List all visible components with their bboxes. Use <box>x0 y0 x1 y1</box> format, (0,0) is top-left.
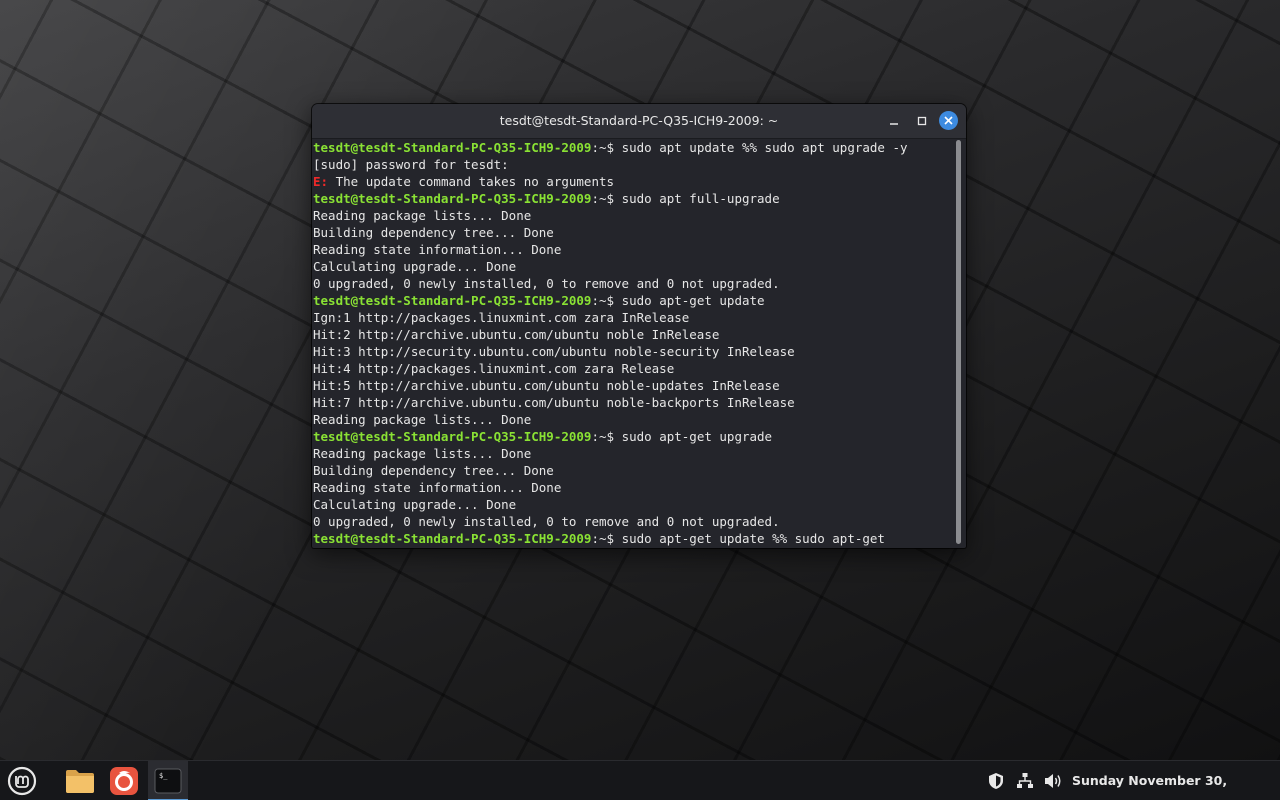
output-text: Calculating upgrade... Done <box>313 259 517 274</box>
volume-tray[interactable] <box>1043 771 1063 791</box>
terminal-output-line: Hit:7 http://archive.ubuntu.com/ubuntu n… <box>313 394 957 411</box>
output-text: [sudo] password for tesdt: <box>313 157 509 172</box>
prompt-user-host: tesdt@tesdt-Standard-PC-Q35-ICH9-2009 <box>313 429 592 444</box>
output-text: Ign:1 http://packages.linuxmint.com zara… <box>313 310 690 325</box>
output-text: Hit:2 http://archive.ubuntu.com/ubuntu n… <box>313 327 720 342</box>
terminal-command-line: tesdt@tesdt-Standard-PC-Q35-ICH9-2009:~$… <box>313 428 957 445</box>
terminal-output[interactable]: tesdt@tesdt-Standard-PC-Q35-ICH9-2009:~$… <box>312 139 957 548</box>
output-text: Hit:5 http://archive.ubuntu.com/ubuntu n… <box>313 378 780 393</box>
prompt-user-host: tesdt@tesdt-Standard-PC-Q35-ICH9-2009 <box>313 140 592 155</box>
terminal-window[interactable]: tesdt@tesdt-Standard-PC-Q35-ICH9-2009: ~… <box>312 104 966 548</box>
output-text: Reading package lists... Done <box>313 412 532 427</box>
terminal-command-line: tesdt@tesdt-Standard-PC-Q35-ICH9-2009:~$… <box>313 292 957 309</box>
output-text: Reading package lists... Done <box>313 208 532 223</box>
terminal-command-line: tesdt@tesdt-Standard-PC-Q35-ICH9-2009:~$… <box>313 190 957 207</box>
terminal-output-line: Reading state information... Done <box>313 479 957 496</box>
svg-text:$_: $_ <box>159 772 168 780</box>
command-text: sudo apt-get update <box>621 293 765 308</box>
clock[interactable]: Sunday November 30, 21:00:01 <box>1072 761 1280 800</box>
terminal-command-line: tesdt@tesdt-Standard-PC-Q35-ICH9-2009:~$… <box>313 530 957 547</box>
terminal-output-line: 0 upgraded, 0 newly installed, 0 to remo… <box>313 513 957 530</box>
close-button[interactable] <box>939 111 958 130</box>
terminal-output-line: Hit:5 http://archive.ubuntu.com/ubuntu n… <box>313 377 957 394</box>
terminal-output-line: 0 upgraded, 0 newly installed, 0 to remo… <box>313 275 957 292</box>
volume-icon <box>1045 774 1061 788</box>
prompt-suffix: :~$ <box>591 191 622 206</box>
files-launcher[interactable] <box>60 761 100 800</box>
output-text: Building dependency tree... Done <box>313 225 554 240</box>
command-text: sudo apt-get update %% sudo apt-get <box>621 531 885 546</box>
window-titlebar[interactable]: tesdt@tesdt-Standard-PC-Q35-ICH9-2009: ~ <box>312 104 966 139</box>
terminal-icon: $_ <box>154 768 182 794</box>
terminal-output-line: Hit:2 http://archive.ubuntu.com/ubuntu n… <box>313 326 957 343</box>
terminal-output-line: Reading package lists... Done <box>313 411 957 428</box>
terminal-output-line: [sudo] password for tesdt: <box>313 156 957 173</box>
browser-launcher[interactable] <box>104 761 144 800</box>
shield-icon <box>989 773 1003 789</box>
terminal-output-line: Reading package lists... Done <box>313 445 957 462</box>
maximize-button[interactable] <box>912 111 932 131</box>
output-text: Reading package lists... Done <box>313 446 532 461</box>
output-text: Calculating upgrade... Done <box>313 497 517 512</box>
maximize-icon <box>917 116 927 126</box>
scrollbar-thumb[interactable] <box>956 140 961 544</box>
prompt-suffix: :~$ <box>591 429 622 444</box>
output-text: Reading state information... Done <box>313 480 562 495</box>
terminal-output-line: Building dependency tree... Done <box>313 462 957 479</box>
output-text: 0 upgraded, 0 newly installed, 0 to remo… <box>313 514 780 529</box>
menu-button[interactable] <box>2 761 42 800</box>
minimize-button[interactable] <box>884 111 904 131</box>
command-text: sudo apt update %% sudo apt upgrade -y <box>621 140 908 155</box>
close-icon <box>944 116 953 125</box>
prompt-user-host: tesdt@tesdt-Standard-PC-Q35-ICH9-2009 <box>313 191 592 206</box>
terminal-output-line: Calculating upgrade... Done <box>313 496 957 513</box>
command-text: sudo apt-get upgrade <box>621 429 773 444</box>
prompt-suffix: :~$ <box>591 293 622 308</box>
terminal-command-line: tesdt@tesdt-Standard-PC-Q35-ICH9-2009:~$… <box>313 139 957 156</box>
terminal-output-line: Reading package lists... Done <box>313 207 957 224</box>
output-text: Hit:4 http://packages.linuxmint.com zara… <box>313 361 675 376</box>
error-prefix: E: <box>313 174 329 189</box>
output-text: Reading state information... Done <box>313 242 562 257</box>
network-icon <box>1017 773 1033 788</box>
prompt-user-host: tesdt@tesdt-Standard-PC-Q35-ICH9-2009 <box>313 293 592 308</box>
taskbar: $_ Sunday November 30, 21:00:01 <box>0 760 1280 800</box>
linux-mint-logo-icon <box>7 766 37 796</box>
network-tray[interactable] <box>1015 771 1035 791</box>
terminal-output-line: Calculating upgrade... Done <box>313 258 957 275</box>
terminal-output-line: Building dependency tree... Done <box>313 224 957 241</box>
error-text: The update command takes no arguments <box>328 174 615 189</box>
terminal-output-line: Reading state information... Done <box>313 241 957 258</box>
folder-icon <box>66 770 94 793</box>
output-text: Building dependency tree... Done <box>313 463 554 478</box>
prompt-suffix: :~$ <box>591 140 622 155</box>
firefox-icon <box>110 767 138 795</box>
terminal-output-line: Hit:4 http://packages.linuxmint.com zara… <box>313 360 957 377</box>
terminal-output-line: Ign:1 http://packages.linuxmint.com zara… <box>313 309 957 326</box>
command-text: sudo apt full-upgrade <box>621 191 780 206</box>
shield-tray[interactable] <box>986 771 1006 791</box>
prompt-suffix: :~$ <box>591 531 622 546</box>
output-text: Hit:7 http://archive.ubuntu.com/ubuntu n… <box>313 395 795 410</box>
terminal-output-line: Hit:3 http://security.ubuntu.com/ubuntu … <box>313 343 957 360</box>
prompt-user-host: tesdt@tesdt-Standard-PC-Q35-ICH9-2009 <box>313 531 592 546</box>
terminal-error-line: E: The update command takes no arguments <box>313 173 957 190</box>
terminal-task[interactable]: $_ <box>148 761 188 800</box>
output-text: 0 upgraded, 0 newly installed, 0 to remo… <box>313 276 780 291</box>
output-text: Hit:3 http://security.ubuntu.com/ubuntu … <box>313 344 795 359</box>
terminal-scrollbar[interactable] <box>956 140 962 544</box>
minimize-icon <box>890 123 898 125</box>
window-title: tesdt@tesdt-Standard-PC-Q35-ICH9-2009: ~ <box>499 113 779 128</box>
